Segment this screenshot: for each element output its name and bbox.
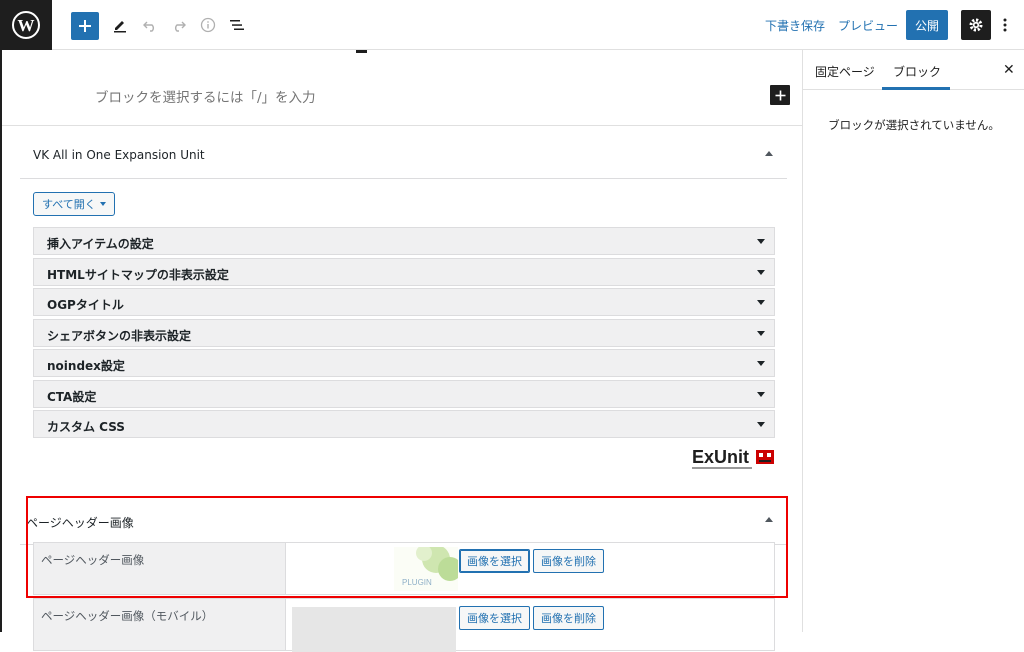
caret-down-icon (757, 392, 765, 397)
undo-icon (143, 21, 154, 32)
caret-down-icon (757, 239, 765, 244)
block-appender-placeholder[interactable]: ブロックを選択するには「/」を入力 (95, 86, 316, 106)
undo-button[interactable] (135, 10, 165, 40)
accordion-label: noindex設定 (47, 359, 125, 373)
title-block-edge (356, 50, 367, 53)
accordion-label: HTMLサイトマップの非表示設定 (47, 268, 229, 282)
caret-down-icon (757, 270, 765, 275)
preview-button[interactable]: プレビュー (838, 17, 898, 34)
no-block-selected-message: ブロックが選択されていません。 (828, 118, 1000, 132)
settings-button[interactable] (961, 10, 991, 40)
accordion-custom-css[interactable]: カスタム CSS (33, 410, 775, 438)
svg-text:W: W (18, 16, 35, 35)
remove-image-button[interactable]: 画像を削除 (533, 606, 604, 630)
caret-down-icon (99, 202, 106, 206)
publish-button[interactable]: 公開 (906, 10, 948, 40)
details-button[interactable] (193, 10, 223, 40)
exunit-panel-header[interactable]: VK All in One Expansion Unit (20, 131, 787, 179)
info-icon (200, 17, 216, 33)
block-inserter-button[interactable] (71, 12, 99, 40)
accordion-ogp-title[interactable]: OGPタイトル (33, 288, 775, 316)
tab-block[interactable]: ブロック (893, 63, 941, 80)
caret-down-icon (757, 300, 765, 305)
save-draft-button[interactable]: 下書き保存 (765, 17, 825, 34)
caret-down-icon (757, 422, 765, 427)
header-image-mobile-value: 画像を選択 画像を削除 (286, 598, 775, 652)
accordion-label: 挿入アイテムの設定 (47, 237, 154, 251)
accordion-label: シェアボタンの非表示設定 (47, 329, 192, 343)
caret-down-icon (757, 361, 765, 366)
inline-inserter-button[interactable] (770, 85, 790, 105)
plus-icon (79, 20, 91, 32)
accordion-label: カスタム CSS (47, 420, 125, 434)
redo-button[interactable] (164, 10, 194, 40)
expand-all-button[interactable]: すべて開く (33, 192, 115, 216)
header-image-mobile-label: ページヘッダー画像（モバイル） (33, 598, 286, 651)
close-icon[interactable]: ✕ (1003, 62, 1015, 78)
accordion-html-sitemap[interactable]: HTMLサイトマップの非表示設定 (33, 258, 775, 286)
list-view-icon (230, 20, 244, 30)
accordion-label: OGPタイトル (47, 298, 124, 312)
accordion-insert-items[interactable]: 挿入アイテムの設定 (33, 227, 775, 255)
wordpress-icon: W (12, 11, 40, 39)
exunit-logo: ExUnit (692, 447, 774, 469)
editor-canvas: ブロックを選択するには「/」を入力 VK All in One Expansio… (0, 50, 802, 652)
gear-icon (969, 18, 983, 32)
sidebar-tabs: 固定ページ ブロック ✕ (803, 50, 1024, 90)
select-image-button[interactable]: 画像を選択 (459, 606, 530, 630)
collapse-arrow-icon[interactable] (765, 151, 773, 156)
pencil-icon (114, 21, 126, 33)
vertical-ellipsis-icon (1003, 18, 1007, 32)
tab-page[interactable]: 固定ページ (815, 63, 875, 80)
redo-icon (175, 21, 186, 32)
accordion-share-buttons[interactable]: シェアボタンの非表示設定 (33, 319, 775, 347)
expand-all-label: すべて開く (42, 198, 96, 211)
logo-text: ExUnit (692, 447, 749, 467)
highlight-annotation-box (26, 496, 788, 598)
list-view-button[interactable] (222, 10, 252, 40)
accordion-noindex[interactable]: noindex設定 (33, 349, 775, 377)
panel-title: VK All in One Expansion Unit (33, 148, 205, 162)
active-tab-indicator (882, 87, 950, 90)
image-placeholder (292, 607, 456, 652)
plus-icon (775, 90, 785, 100)
accordion-label: CTA設定 (47, 390, 97, 404)
accordion-cta[interactable]: CTA設定 (33, 380, 775, 408)
editor-toolbar: W 下書き保存 プレビュー 公開 (0, 0, 1024, 50)
wordpress-logo-button[interactable]: W (0, 0, 52, 50)
tools-button[interactable] (105, 10, 135, 40)
settings-sidebar: 固定ページ ブロック ✕ ブロックが選択されていません。 (802, 50, 1024, 632)
more-options-button[interactable] (996, 10, 1014, 40)
caret-down-icon (757, 331, 765, 336)
